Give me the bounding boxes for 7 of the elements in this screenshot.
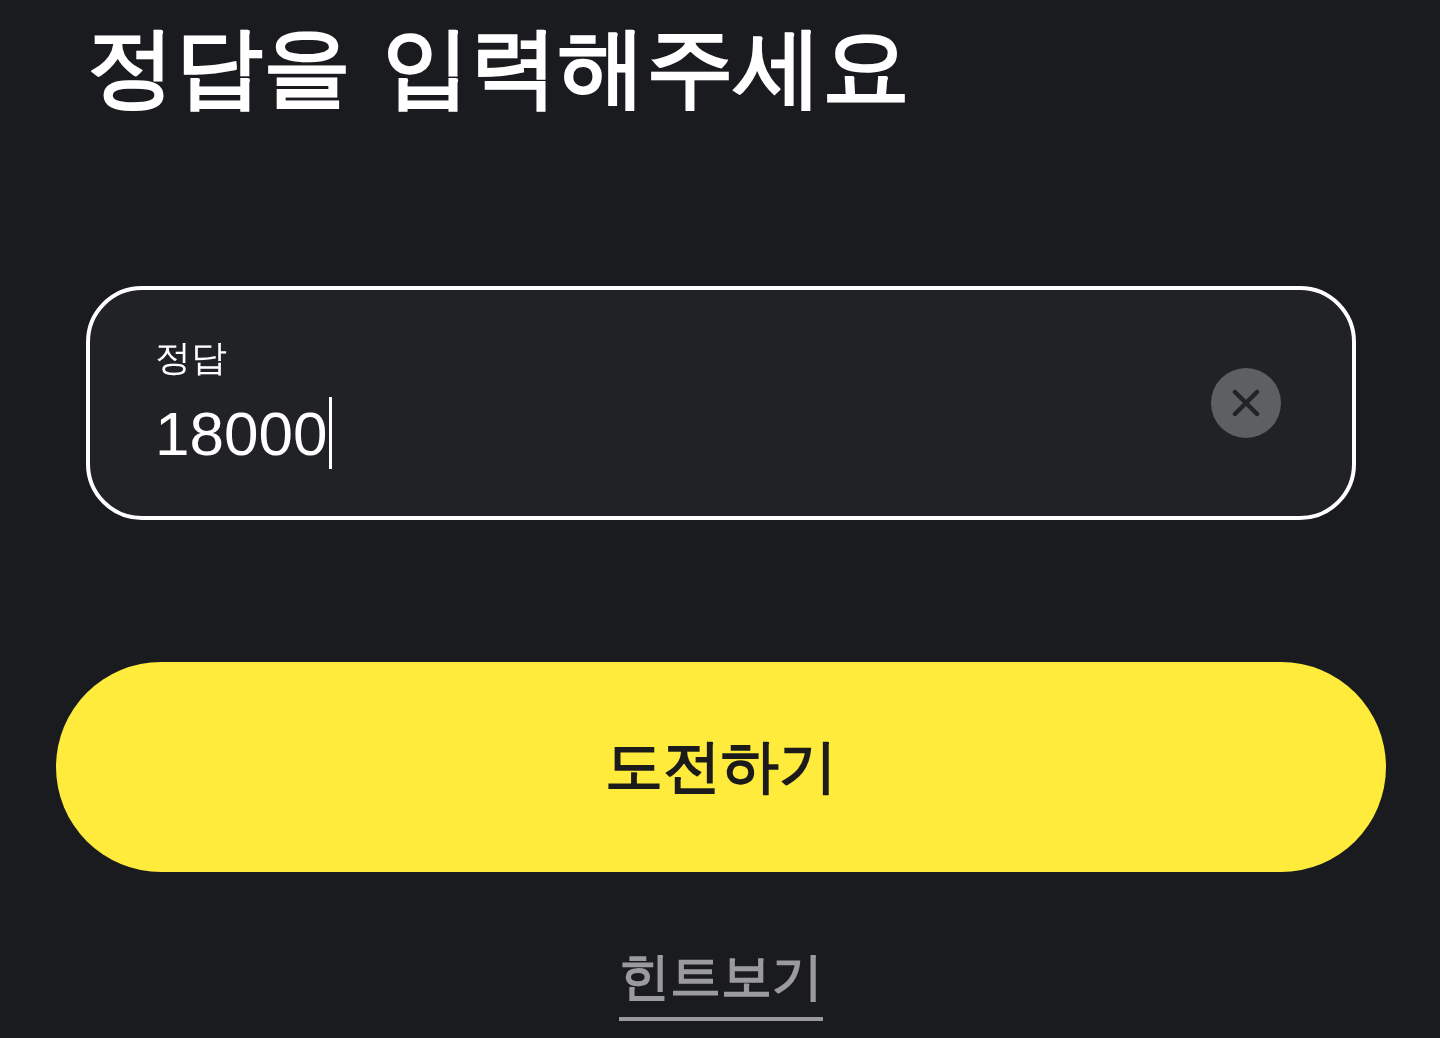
close-icon xyxy=(1232,388,1260,417)
page-title: 정답을 입력해주세요 xyxy=(87,14,910,120)
submit-button[interactable]: 도전하기 xyxy=(56,661,1386,872)
answer-field[interactable]: 정답 18000 xyxy=(86,285,1356,520)
field-label: 정답 xyxy=(155,336,227,380)
hint-link[interactable]: 힌트보기 xyxy=(619,945,823,1021)
input-text: 18000 xyxy=(155,397,328,469)
